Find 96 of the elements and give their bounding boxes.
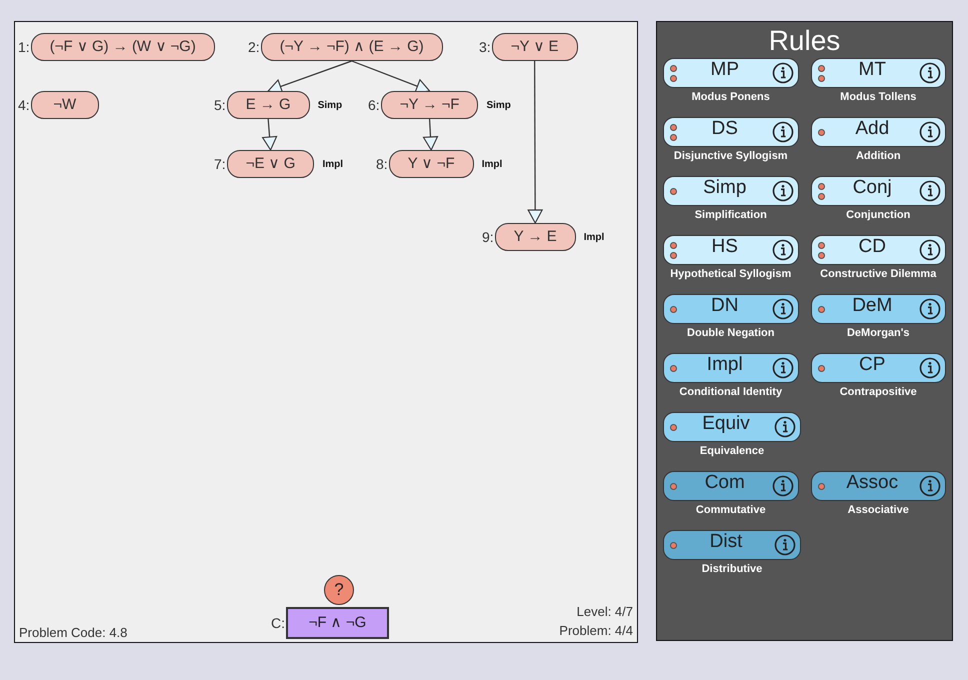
- rule-name: DeMorgan's: [846, 327, 910, 339]
- input-dots-icon: [670, 306, 678, 312]
- info-icon[interactable]: [919, 239, 941, 261]
- formula-node[interactable]: ¬W: [30, 91, 99, 119]
- rule-button[interactable]: CD: [810, 235, 946, 265]
- info-icon[interactable]: [919, 121, 941, 143]
- derivation-arrow: [422, 118, 438, 152]
- info-icon[interactable]: [772, 62, 794, 84]
- rule-button[interactable]: DN: [663, 294, 798, 324]
- rule-button[interactable]: Assoc: [810, 471, 946, 501]
- rule-name: Constructive Dilemma: [819, 268, 938, 280]
- rule-name: Equivalence: [698, 445, 766, 457]
- info-icon[interactable]: [919, 357, 941, 379]
- formula-node[interactable]: Y ∨ ¬F: [388, 150, 474, 178]
- input-dots-icon: [818, 306, 826, 312]
- derivation-arrow: [262, 118, 278, 152]
- input-dots-icon: [670, 364, 678, 372]
- input-dots-icon: [670, 424, 678, 430]
- panel-title: Rules: [768, 24, 842, 58]
- input-dots-icon: [818, 482, 826, 490]
- rule-button[interactable]: DeM: [810, 294, 946, 324]
- info-icon[interactable]: [919, 62, 941, 84]
- rule-button[interactable]: Add: [810, 117, 946, 147]
- formula-node[interactable]: (¬F ∨ G) → (W ∨ ¬G): [30, 33, 215, 61]
- rule-button[interactable]: DS: [663, 117, 798, 147]
- info-icon[interactable]: [919, 298, 941, 320]
- input-dots-icon: [818, 182, 826, 200]
- rule-name: Commutative: [694, 504, 767, 516]
- rule-label: Impl: [482, 158, 502, 170]
- rule-button[interactable]: MP: [663, 58, 798, 88]
- line-number: 3:: [479, 39, 491, 55]
- rule-name: Distributive: [700, 563, 764, 575]
- info-icon[interactable]: [772, 121, 794, 143]
- line-number: 7:: [214, 156, 226, 172]
- line-number: 4:: [18, 97, 30, 113]
- info-icon[interactable]: [772, 475, 794, 497]
- rule-name: Disjunctive Syllogism: [672, 150, 789, 162]
- input-dots-icon: [670, 64, 678, 82]
- rule-button[interactable]: CP: [810, 353, 946, 383]
- formula-node[interactable]: ¬Y → ¬F: [380, 91, 478, 119]
- rule-button[interactable]: HS: [663, 235, 798, 265]
- rule-button[interactable]: Impl: [663, 353, 798, 383]
- input-dots-icon: [670, 482, 678, 490]
- input-dots-icon: [670, 242, 678, 258]
- info-icon[interactable]: [774, 416, 796, 438]
- rule-name: Conjunction: [845, 209, 912, 221]
- rule-name: Hypothetical Syllogism: [669, 268, 792, 280]
- line-number: 2:: [248, 39, 260, 55]
- rule-button[interactable]: Com: [663, 471, 798, 501]
- input-dots-icon: [670, 124, 678, 140]
- info-icon[interactable]: [774, 534, 796, 556]
- info-icon[interactable]: [772, 239, 794, 261]
- input-dots-icon: [818, 242, 826, 258]
- rule-name: Addition: [854, 150, 902, 162]
- conclusion-label: C:: [271, 615, 285, 631]
- rule-label: Impl: [584, 232, 604, 242]
- goal-formula: ¬F ∧ ¬G: [286, 607, 389, 639]
- info-icon[interactable]: [919, 180, 941, 202]
- help-button[interactable]: ?: [324, 575, 354, 605]
- rule-name: Contrapositive: [838, 386, 918, 398]
- formula-node[interactable]: Y → E: [494, 223, 576, 251]
- problem-code: Problem Code: 4.8: [19, 625, 128, 640]
- info-icon[interactable]: [772, 298, 794, 320]
- rule-button[interactable]: Equiv: [663, 412, 801, 442]
- line-number: 6:: [368, 97, 380, 113]
- info-icon[interactable]: [772, 357, 794, 379]
- rule-button[interactable]: Dist: [663, 530, 801, 560]
- info-icon[interactable]: [772, 180, 794, 202]
- rule-name: Modus Ponens: [690, 91, 771, 103]
- rule-label: Simp: [486, 100, 511, 110]
- rule-name: Simplification: [694, 209, 768, 221]
- rule-button[interactable]: Conj: [810, 176, 946, 206]
- formula-node[interactable]: E → G: [226, 91, 310, 119]
- problem-text: Problem: 4/4: [559, 622, 633, 640]
- formula-node[interactable]: ¬Y ∨ E: [492, 33, 578, 61]
- input-dots-icon: [818, 64, 826, 82]
- rule-name: Modus Tollens: [839, 91, 918, 103]
- line-number: 1:: [18, 39, 30, 55]
- input-dots-icon: [818, 128, 826, 136]
- rule-name: Associative: [846, 504, 910, 516]
- rule-label: Impl: [322, 158, 344, 170]
- rule-name: Conditional Identity: [678, 386, 784, 398]
- rule-button[interactable]: Simp: [663, 176, 798, 206]
- formula-node[interactable]: (¬Y → ¬F) ∧ (E → G): [260, 33, 443, 61]
- line-number: 5:: [214, 97, 226, 113]
- level-text: Level: 4/7: [576, 603, 633, 621]
- rule-button[interactable]: MT: [810, 58, 946, 88]
- line-number: 8:: [376, 156, 388, 172]
- input-dots-icon: [670, 542, 678, 548]
- line-number: 9:: [482, 229, 494, 245]
- formula-node[interactable]: ¬E ∨ G: [226, 150, 314, 178]
- input-dots-icon: [818, 364, 826, 372]
- input-dots-icon: [670, 188, 678, 194]
- info-icon[interactable]: [919, 475, 941, 497]
- rule-name: Double Negation: [686, 327, 776, 339]
- rule-label: Simp: [318, 100, 342, 110]
